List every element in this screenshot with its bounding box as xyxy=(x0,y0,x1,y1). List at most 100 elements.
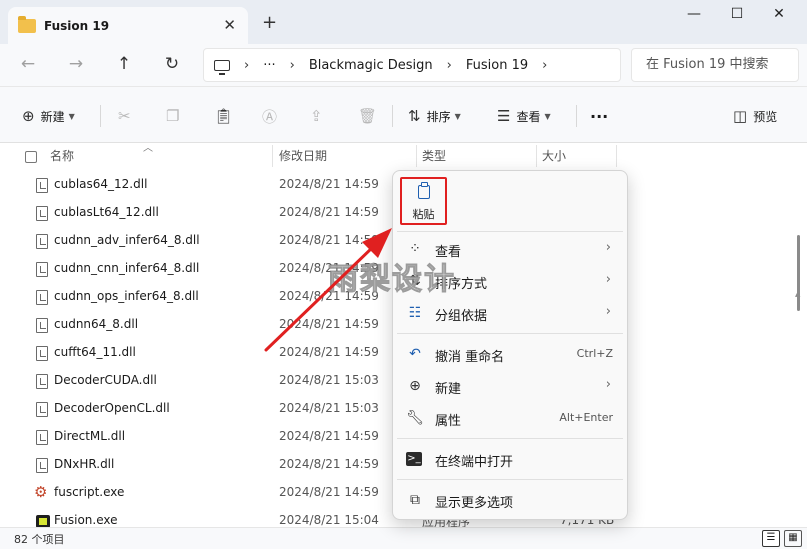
tiles-view-button[interactable]: ▦ xyxy=(784,530,802,547)
select-all-checkbox[interactable] xyxy=(25,151,37,163)
file-date: 2024/8/21 14:59 xyxy=(279,485,379,499)
vertical-scrollbar[interactable] xyxy=(797,235,800,311)
file-name: cublas64_12.dll xyxy=(54,177,148,191)
breadcrumb-separator[interactable]: › xyxy=(244,58,249,73)
file-name: DirectML.dll xyxy=(54,429,126,443)
breadcrumb-separator[interactable]: › xyxy=(290,58,295,73)
menu-item-shortcut: Alt+Enter xyxy=(559,411,613,424)
menu-item-label: 在终端中打开 xyxy=(435,455,514,470)
breadcrumb-item-blackmagic[interactable]: Blackmagic Design xyxy=(309,58,433,73)
file-name: DNxHR.dll xyxy=(54,457,115,471)
file-date: 2024/8/21 14:59 xyxy=(279,233,379,247)
breadcrumb[interactable]: › ··· › Blackmagic Design › Fusion 19 › xyxy=(203,48,621,82)
terminal-icon: >_ xyxy=(406,452,422,466)
new-label: 新建 xyxy=(40,109,65,124)
open-external-icon: ⧉ xyxy=(410,492,420,508)
delete-button[interactable]: 🗑︎ xyxy=(358,103,383,129)
dll-file-icon xyxy=(36,290,48,305)
dll-file-icon xyxy=(36,318,48,333)
menu-divider xyxy=(397,438,623,439)
new-tab-button[interactable]: + xyxy=(262,12,277,33)
menu-divider xyxy=(397,479,623,480)
chevron-right-icon: › xyxy=(605,377,611,392)
rename-button[interactable]: Ⓐ xyxy=(262,103,283,129)
paste-toolbar-button[interactable]: 📋︎ xyxy=(214,103,239,129)
menu-item-new[interactable]: ⊕ 新建 › xyxy=(393,371,627,401)
column-header-size[interactable]: 大小 xyxy=(542,143,566,169)
breadcrumb-separator[interactable]: › xyxy=(447,58,452,73)
file-date: 2024/8/21 14:59 xyxy=(279,205,379,219)
file-name: cudnn_adv_infer64_8.dll xyxy=(54,233,200,247)
new-button[interactable]: ⊕ 新建 ▼ xyxy=(22,103,75,129)
share-button[interactable]: ⇪ xyxy=(310,103,329,129)
file-date: 2024/8/21 14:59 xyxy=(279,177,379,191)
gear-icon: ⚙ xyxy=(34,483,48,501)
breadcrumb-item-fusion[interactable]: Fusion 19 xyxy=(466,58,528,73)
tab-close-icon[interactable]: ✕ xyxy=(223,16,236,34)
trash-icon: 🗑︎ xyxy=(358,107,378,125)
dll-file-icon xyxy=(36,458,48,473)
file-name: cudnn_cnn_infer64_8.dll xyxy=(54,261,200,275)
menu-item-properties[interactable]: 🔧︎ 属性 Alt+Enter xyxy=(393,403,627,433)
file-date: 2024/8/21 14:59 xyxy=(279,345,379,359)
column-divider[interactable] xyxy=(272,145,273,167)
copy-icon: ❐ xyxy=(166,107,180,125)
status-bar: 82 个项目 ☰ ▦ xyxy=(0,527,807,549)
file-date: 2024/8/21 15:03 xyxy=(279,401,379,415)
dll-file-icon xyxy=(36,234,48,249)
chevron-right-icon: › xyxy=(605,240,611,255)
view-button[interactable]: ☰ 查看 ▼ xyxy=(497,103,551,129)
file-name: cublasLt64_12.dll xyxy=(54,205,159,219)
undo-icon: ↶ xyxy=(409,346,421,362)
menu-item-shortcut: Ctrl+Z xyxy=(576,347,613,360)
column-header-type[interactable]: 类型 xyxy=(422,143,446,169)
preview-button[interactable]: ◫ 预览 xyxy=(733,103,777,129)
more-options-button[interactable]: ··· xyxy=(590,103,608,129)
column-header-name[interactable]: 名称 xyxy=(50,143,74,169)
column-divider[interactable] xyxy=(536,145,537,167)
menu-item-group-by[interactable]: ☷ 分组依据 › xyxy=(393,298,627,328)
menu-item-label: 撤消 重命名 xyxy=(435,350,505,365)
column-divider[interactable] xyxy=(616,145,617,167)
plus-circle-icon: ⊕ xyxy=(409,378,421,394)
column-header-modified[interactable]: 修改日期 xyxy=(279,143,327,169)
address-bar: ← → ↑ ↻ › ··· › Blackmagic Design › Fusi… xyxy=(0,44,807,86)
cut-button[interactable]: ✂ xyxy=(118,103,137,129)
file-date: 2024/8/21 15:04 xyxy=(279,513,379,527)
menu-item-show-more-options[interactable]: ⧉ 显示更多选项 xyxy=(393,485,627,515)
menu-item-open-terminal[interactable]: >_ 在终端中打开 xyxy=(393,444,627,474)
search-input[interactable]: 在 Fusion 19 中搜索 xyxy=(631,48,799,82)
breadcrumb-ellipsis[interactable]: ··· xyxy=(263,58,275,73)
plus-circle-icon: ⊕ xyxy=(22,107,35,125)
sort-button[interactable]: ⇅ 排序 ▼ xyxy=(408,103,461,129)
minimize-button[interactable]: — xyxy=(674,6,714,28)
up-button[interactable]: ↑ xyxy=(110,52,138,78)
title-bar: Fusion 19 ✕ + — ☐ ✕ xyxy=(0,0,807,44)
monitor-icon xyxy=(214,59,230,75)
menu-item-label: 分组依据 xyxy=(435,309,488,324)
view-label: 查看 xyxy=(516,109,541,124)
menu-item-undo-rename[interactable]: ↶ 撤消 重命名 Ctrl+Z xyxy=(393,339,627,369)
forward-button[interactable]: → xyxy=(62,52,90,78)
preview-label: 预览 xyxy=(753,109,778,124)
details-view-button[interactable]: ☰ xyxy=(762,530,780,547)
context-menu: 粘贴 ⁘ 查看 › ⇅ 排序方式 › ☷ 分组依据 › ↶ 撤消 重命名 Ctr… xyxy=(392,170,628,520)
file-date: 2024/8/21 14:59 xyxy=(279,317,379,331)
column-divider[interactable] xyxy=(416,145,417,167)
window-close-button[interactable]: ✕ xyxy=(759,6,799,28)
file-date: 2024/8/21 14:59 xyxy=(279,457,379,471)
sort-up-icon: ︿ xyxy=(143,143,153,154)
dll-file-icon xyxy=(36,374,48,389)
maximize-button[interactable]: ☐ xyxy=(717,6,757,28)
file-name: cufft64_11.dll xyxy=(54,345,136,359)
file-name: cudnn_ops_infer64_8.dll xyxy=(54,289,199,303)
paste-button[interactable]: 粘贴 xyxy=(400,177,447,225)
file-date: 2024/8/21 15:03 xyxy=(279,373,379,387)
refresh-button[interactable]: ↻ xyxy=(158,52,186,78)
copy-button[interactable]: ❐ xyxy=(166,103,185,129)
menu-item-label: 属性 xyxy=(435,414,462,429)
back-button[interactable]: ← xyxy=(14,52,42,78)
tab-fusion-19[interactable]: Fusion 19 ✕ xyxy=(8,7,248,44)
breadcrumb-separator[interactable]: › xyxy=(542,58,547,73)
file-date: 2024/8/21 14:59 xyxy=(279,429,379,443)
